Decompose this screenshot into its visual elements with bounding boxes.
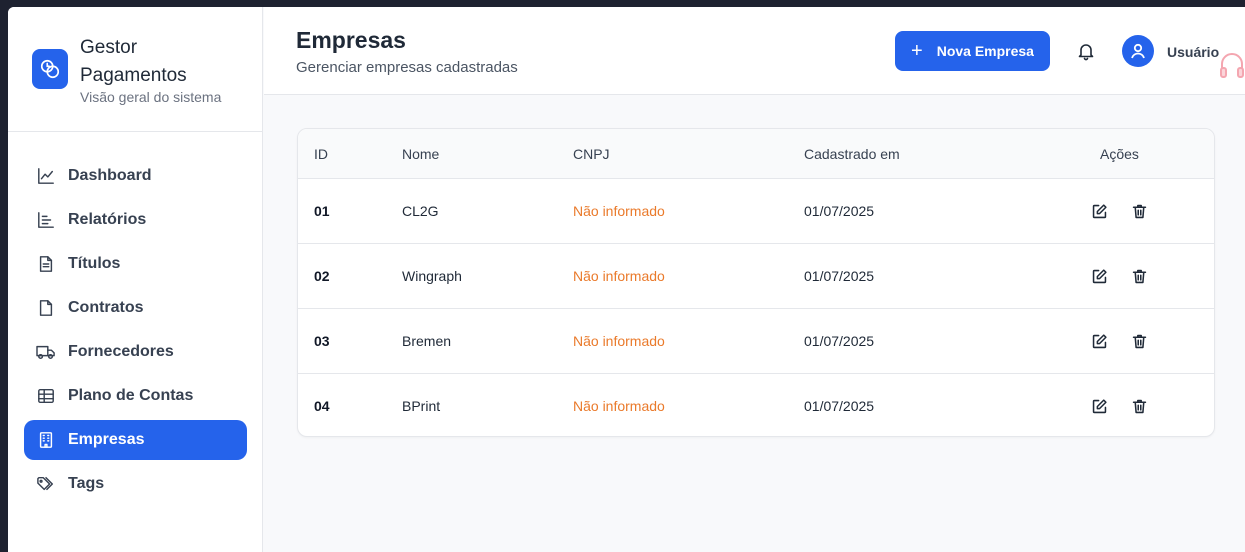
sidebar-item-relatorios[interactable]: Relatórios — [24, 200, 247, 240]
sidebar-item-dashboard[interactable]: Dashboard — [24, 156, 247, 196]
companies-table: ID Nome CNPJ Cadastrado em Ações 01 CL2G… — [297, 128, 1215, 437]
logo-icon — [32, 49, 68, 89]
plus-icon: + — [911, 40, 923, 62]
headset-icon[interactable] — [1219, 51, 1245, 81]
sidebar-item-tags[interactable]: Tags — [24, 464, 247, 504]
column-header-id[interactable]: ID — [314, 146, 328, 162]
building-icon — [36, 430, 56, 450]
row-name: Bremen — [402, 333, 452, 349]
row-cnpj: Não informado — [573, 203, 665, 219]
row-date: 01/07/2025 — [804, 268, 875, 284]
column-header-cadastrado-em[interactable]: Cadastrado em — [804, 146, 900, 162]
row-id: 01 — [314, 203, 330, 219]
sidebar-item-contratos[interactable]: Contratos — [24, 288, 247, 328]
row-cnpj: Não informado — [573, 333, 665, 349]
sidebar-item-plano-de-contas[interactable]: Plano de Contas — [24, 376, 247, 416]
row-cnpj: Não informado — [573, 398, 665, 414]
brand-title: Gestor Pagamentos — [80, 37, 187, 86]
table-row: 02 Wingraph Não informado 01/07/2025 — [298, 244, 1214, 309]
sidebar-nav: Dashboard Relatórios Títulos Contratos F… — [24, 156, 247, 508]
edit-icon[interactable] — [1090, 332, 1108, 350]
new-company-button[interactable]: + Nova Empresa — [895, 31, 1050, 71]
column-header-cnpj[interactable]: CNPJ — [573, 146, 610, 162]
column-header-acoes: Ações — [1100, 146, 1139, 162]
document-text-icon — [36, 254, 56, 274]
user-name[interactable]: Usuário — [1167, 44, 1219, 60]
trash-icon[interactable] — [1130, 267, 1148, 285]
sidebar-item-label: Plano de Contas — [68, 387, 194, 404]
sidebar: Gestor Pagamentos Visão geral do sistema… — [8, 7, 263, 552]
sidebar-item-fornecedores[interactable]: Fornecedores — [24, 332, 247, 372]
table-header: ID Nome CNPJ Cadastrado em Ações — [298, 129, 1214, 179]
row-date: 01/07/2025 — [804, 333, 875, 349]
sidebar-item-label: Empresas — [68, 431, 145, 448]
table-row: 01 CL2G Não informado 01/07/2025 — [298, 179, 1214, 244]
trash-icon[interactable] — [1130, 332, 1148, 350]
tag-icon — [36, 474, 56, 494]
avatar[interactable] — [1122, 35, 1154, 67]
table-row: 03 Bremen Não informado 01/07/2025 — [298, 309, 1214, 374]
document-icon — [36, 298, 56, 318]
sidebar-item-label: Relatórios — [68, 211, 147, 228]
row-id: 03 — [314, 333, 330, 349]
sidebar-item-titulos[interactable]: Títulos — [24, 244, 247, 284]
row-name: Wingraph — [402, 268, 462, 284]
row-id: 02 — [314, 268, 330, 284]
page-subtitle: Gerenciar empresas cadastradas — [296, 59, 518, 76]
table-icon — [36, 386, 56, 406]
app-window: Gestor Pagamentos Visão geral do sistema… — [8, 7, 1245, 552]
row-date: 01/07/2025 — [804, 398, 875, 414]
brand: Gestor Pagamentos Visão geral do sistema — [8, 7, 263, 132]
sidebar-item-label: Contratos — [68, 299, 144, 316]
page-title: Empresas — [296, 27, 406, 53]
row-name: CL2G — [402, 203, 439, 219]
bar-chart-icon — [36, 210, 56, 230]
sidebar-item-label: Tags — [68, 475, 105, 492]
sidebar-item-label: Títulos — [68, 255, 121, 272]
top-header: Empresas Gerenciar empresas cadastradas … — [264, 7, 1245, 95]
brand-subtitle: Visão geral do sistema — [80, 89, 222, 105]
row-cnpj: Não informado — [573, 268, 665, 284]
row-id: 04 — [314, 398, 330, 414]
edit-icon[interactable] — [1090, 267, 1108, 285]
sidebar-item-empresas[interactable]: Empresas — [24, 420, 247, 460]
row-name: BPrint — [402, 398, 441, 414]
chart-line-icon — [36, 166, 56, 186]
edit-icon[interactable] — [1090, 202, 1108, 220]
sidebar-item-label: Dashboard — [68, 167, 152, 184]
edit-icon[interactable] — [1090, 397, 1108, 415]
column-header-nome[interactable]: Nome — [402, 146, 439, 162]
bell-icon[interactable] — [1076, 41, 1096, 61]
new-company-button-label: Nova Empresa — [936, 43, 1034, 59]
truck-icon — [36, 342, 56, 362]
trash-icon[interactable] — [1130, 202, 1148, 220]
sidebar-item-label: Fornecedores — [68, 343, 174, 360]
table-row: 04 BPrint Não informado 01/07/2025 — [298, 374, 1214, 436]
row-date: 01/07/2025 — [804, 203, 875, 219]
trash-icon[interactable] — [1130, 397, 1148, 415]
